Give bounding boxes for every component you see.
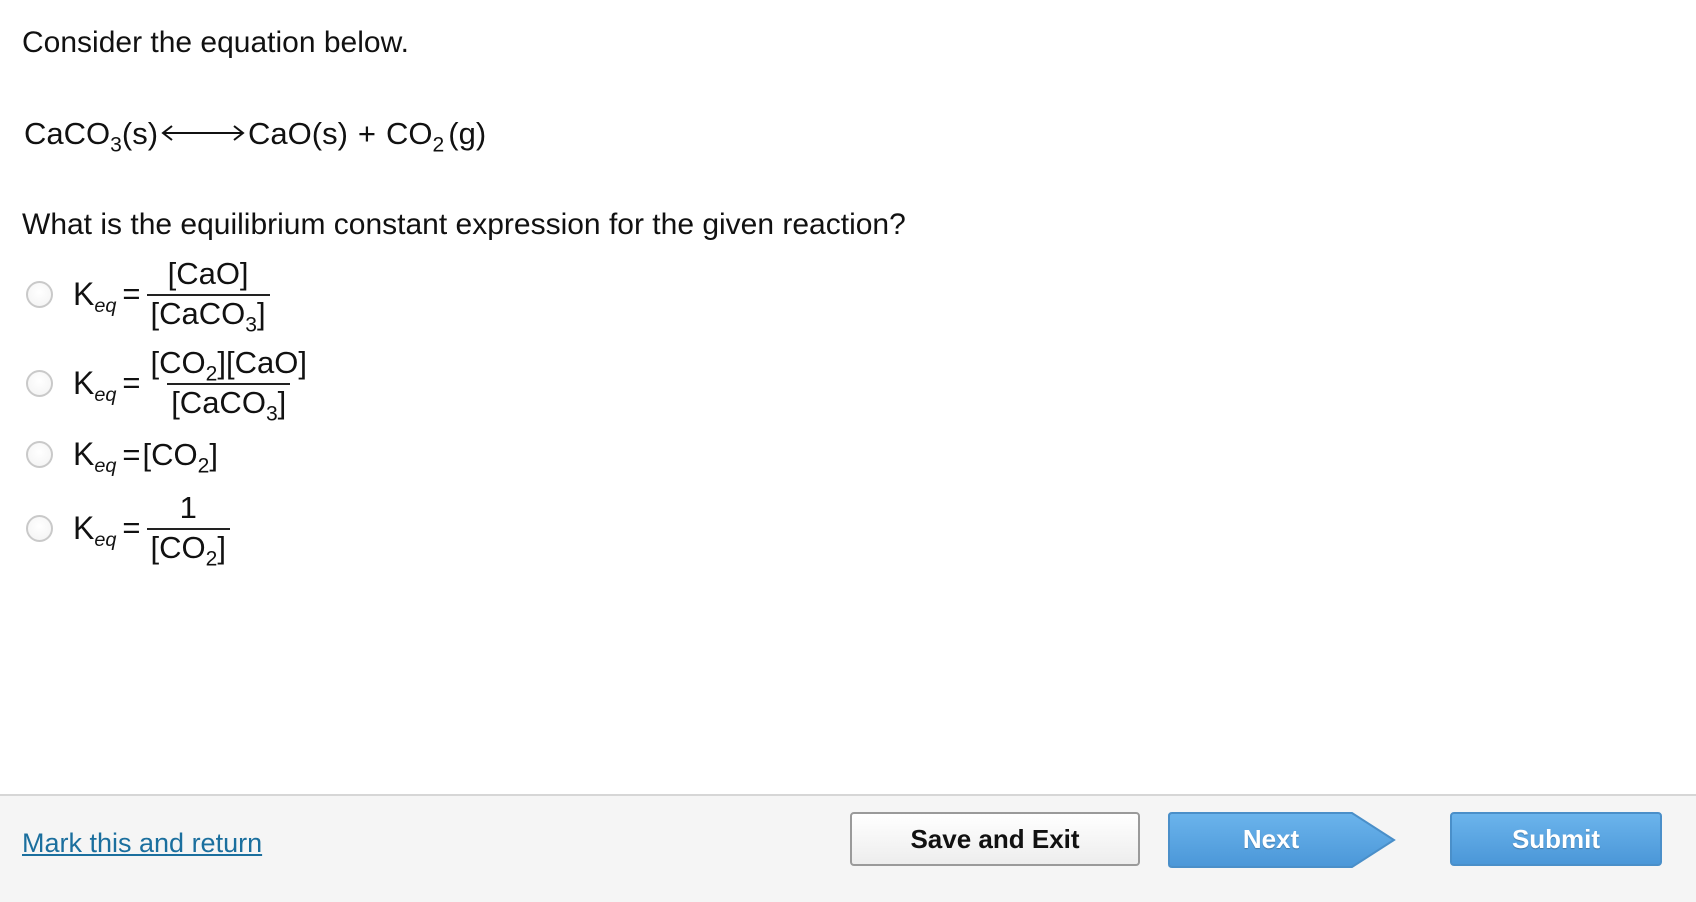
submit-button[interactable]: Submit	[1450, 812, 1662, 866]
question-ask: What is the equilibrium constant express…	[22, 208, 906, 241]
equals-sign: =	[122, 276, 141, 311]
keq-symbol: Keq	[73, 436, 117, 477]
fraction: 1 [CO2]	[146, 490, 230, 569]
plus-sign: +	[357, 116, 377, 151]
fraction: [CO2][CaO] [CaCO3]	[147, 345, 311, 424]
mark-and-return-link[interactable]: Mark this and return	[22, 828, 262, 859]
numerator: 1	[179, 490, 197, 525]
answer-option-4[interactable]: Keq = 1 [CO2]	[26, 490, 230, 569]
radio-button-1[interactable]	[26, 280, 53, 308]
radio-button-2[interactable]	[26, 369, 53, 397]
numerator: [CO2][CaO]	[150, 345, 307, 386]
keq-symbol: Keq	[73, 364, 117, 406]
denominator: [CaCO3]	[146, 294, 270, 335]
next-button[interactable]: Next	[1168, 812, 1396, 868]
option-4-expression: Keq = 1 [CO2]	[73, 490, 230, 569]
answer-option-1[interactable]: Keq = [CaO] [CaCO3]	[26, 256, 270, 335]
denominator: [CaCO3]	[167, 383, 291, 424]
chemical-equation: CaCO3(s) CaO(s) + CO2 (g)	[24, 116, 487, 157]
save-and-exit-button[interactable]: Save and Exit	[850, 812, 1140, 866]
double-headed-arrow-icon	[161, 125, 245, 141]
footer-bar: Mark this and return Save and Exit Next …	[0, 794, 1696, 902]
option-3-expression: Keq = [CO2]	[73, 436, 218, 477]
option-1-expression: Keq = [CaO] [CaCO3]	[73, 256, 270, 335]
keq-symbol: Keq	[73, 275, 117, 317]
numerator: [CaO]	[167, 256, 249, 291]
equals-sign: =	[122, 510, 141, 545]
fraction: [CaO] [CaCO3]	[146, 256, 270, 335]
product-co2: CO2 (g)	[386, 116, 487, 157]
next-label: Next	[1242, 823, 1300, 854]
product-cao: CaO(s)	[248, 116, 348, 151]
denominator: [CO2]	[146, 528, 230, 569]
answer-option-3[interactable]: Keq = [CO2]	[26, 436, 218, 477]
answer-option-2[interactable]: Keq = [CO2][CaO] [CaCO3]	[26, 345, 311, 424]
rhs-expression: [CO2]	[142, 436, 218, 477]
radio-button-3[interactable]	[26, 441, 53, 468]
radio-button-4[interactable]	[26, 514, 53, 542]
option-2-expression: Keq = [CO2][CaO] [CaCO3]	[73, 345, 311, 424]
question-prompt: Consider the equation below.	[22, 26, 409, 59]
equals-sign: =	[122, 436, 141, 472]
keq-symbol: Keq	[73, 509, 117, 551]
reactant: CaCO3(s)	[24, 116, 159, 157]
equals-sign: =	[122, 365, 141, 400]
